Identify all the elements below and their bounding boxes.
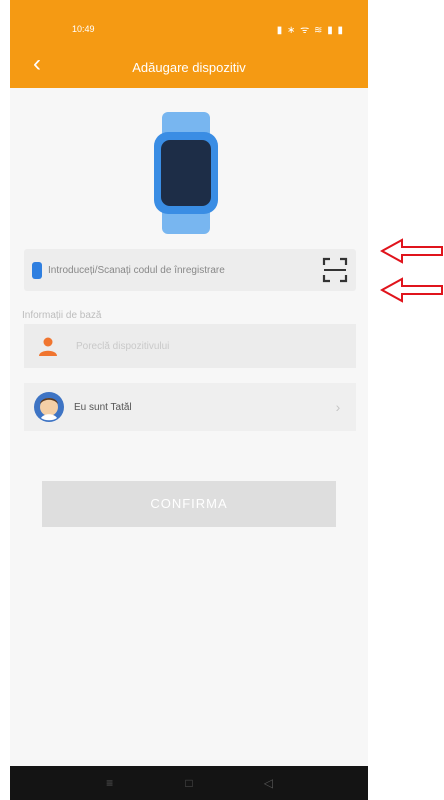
person-icon [39, 337, 57, 356]
watch-icon [32, 261, 42, 279]
annotation-arrow-icon [380, 238, 443, 264]
nickname-input[interactable] [76, 340, 296, 352]
father-avatar [34, 392, 64, 422]
back-triangle-icon[interactable]: ◁ [258, 776, 278, 790]
scan-qr-icon[interactable] [322, 257, 348, 283]
chevron-right-icon: › [335, 399, 341, 415]
relation-row[interactable]: Eu sunt Tatăl › [24, 383, 356, 431]
nickname-row[interactable] [24, 324, 356, 368]
app-header: 10:49 ▮ ∗ ᯤ ≋ ▮ ▮ ‹ Adăugare dispozitiv [10, 0, 368, 88]
registration-code-field[interactable]: Introduceți/Scanați codul de înregistrar… [24, 249, 356, 291]
status-time: 10:49 [72, 24, 95, 34]
system-nav-bar: ≡ □ ◁ [10, 766, 368, 800]
menu-icon[interactable]: ≡ [100, 776, 120, 790]
relation-label: Eu sunt Tatăl [74, 401, 132, 413]
page-title: Adăugare dispozitiv [132, 60, 246, 75]
confirm-button[interactable]: CONFIRMA [42, 481, 336, 527]
phone-screen: 10:49 ▮ ∗ ᯤ ≋ ▮ ▮ ‹ Adăugare dispozitiv … [10, 0, 368, 800]
status-icons: ▮ ∗ ᯤ ≋ ▮ ▮ [276, 25, 344, 36]
smartwatch-illustration [154, 112, 218, 234]
registration-code-placeholder: Introduceți/Scanați codul de înregistrar… [48, 264, 225, 276]
home-icon[interactable]: □ [179, 776, 199, 790]
status-bar: 10:49 ▮ ∗ ᯤ ≋ ▮ ▮ [10, 0, 368, 44]
basic-info-label: Informații de bază [22, 310, 102, 321]
annotation-arrow-icon [380, 277, 443, 303]
